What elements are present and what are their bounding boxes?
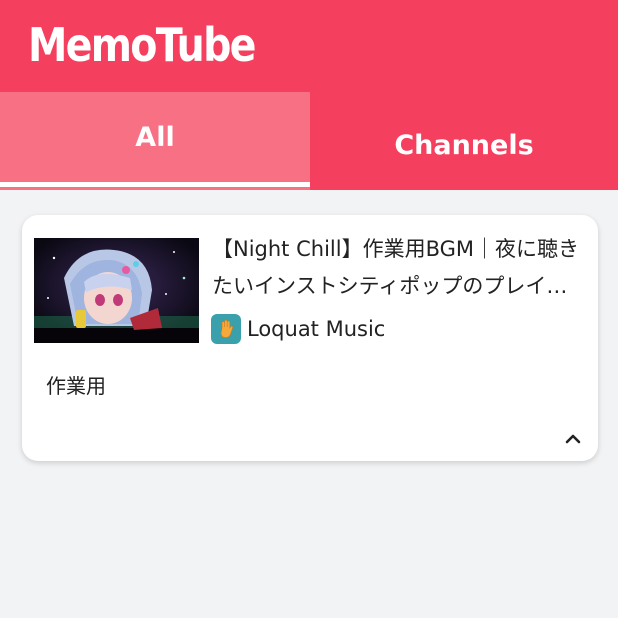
video-thumbnail[interactable] — [34, 238, 199, 343]
chevron-up-icon[interactable] — [562, 431, 584, 447]
active-tab-indicator — [0, 182, 310, 187]
video-title[interactable]: 【Night Chill】作業用BGM｜夜に聴きたいインストシティポップのプレイ… — [212, 231, 582, 305]
tab-all-label: All — [135, 121, 175, 153]
channel-link[interactable]: Loquat Music — [211, 313, 385, 345]
app-title: MemoTube — [28, 18, 257, 72]
video-card: 【Night Chill】作業用BGM｜夜に聴きたいインストシティポップのプレイ… — [22, 215, 598, 461]
tab-channels-label: Channels — [394, 129, 534, 161]
tab-channels[interactable]: Channels — [310, 92, 618, 190]
memo-text: 作業用 — [46, 374, 106, 398]
hand-icon — [211, 314, 241, 344]
channel-name: Loquat Music — [247, 317, 386, 341]
tab-all[interactable]: All — [0, 92, 310, 190]
app-header: MemoTube All Channels — [0, 0, 618, 190]
